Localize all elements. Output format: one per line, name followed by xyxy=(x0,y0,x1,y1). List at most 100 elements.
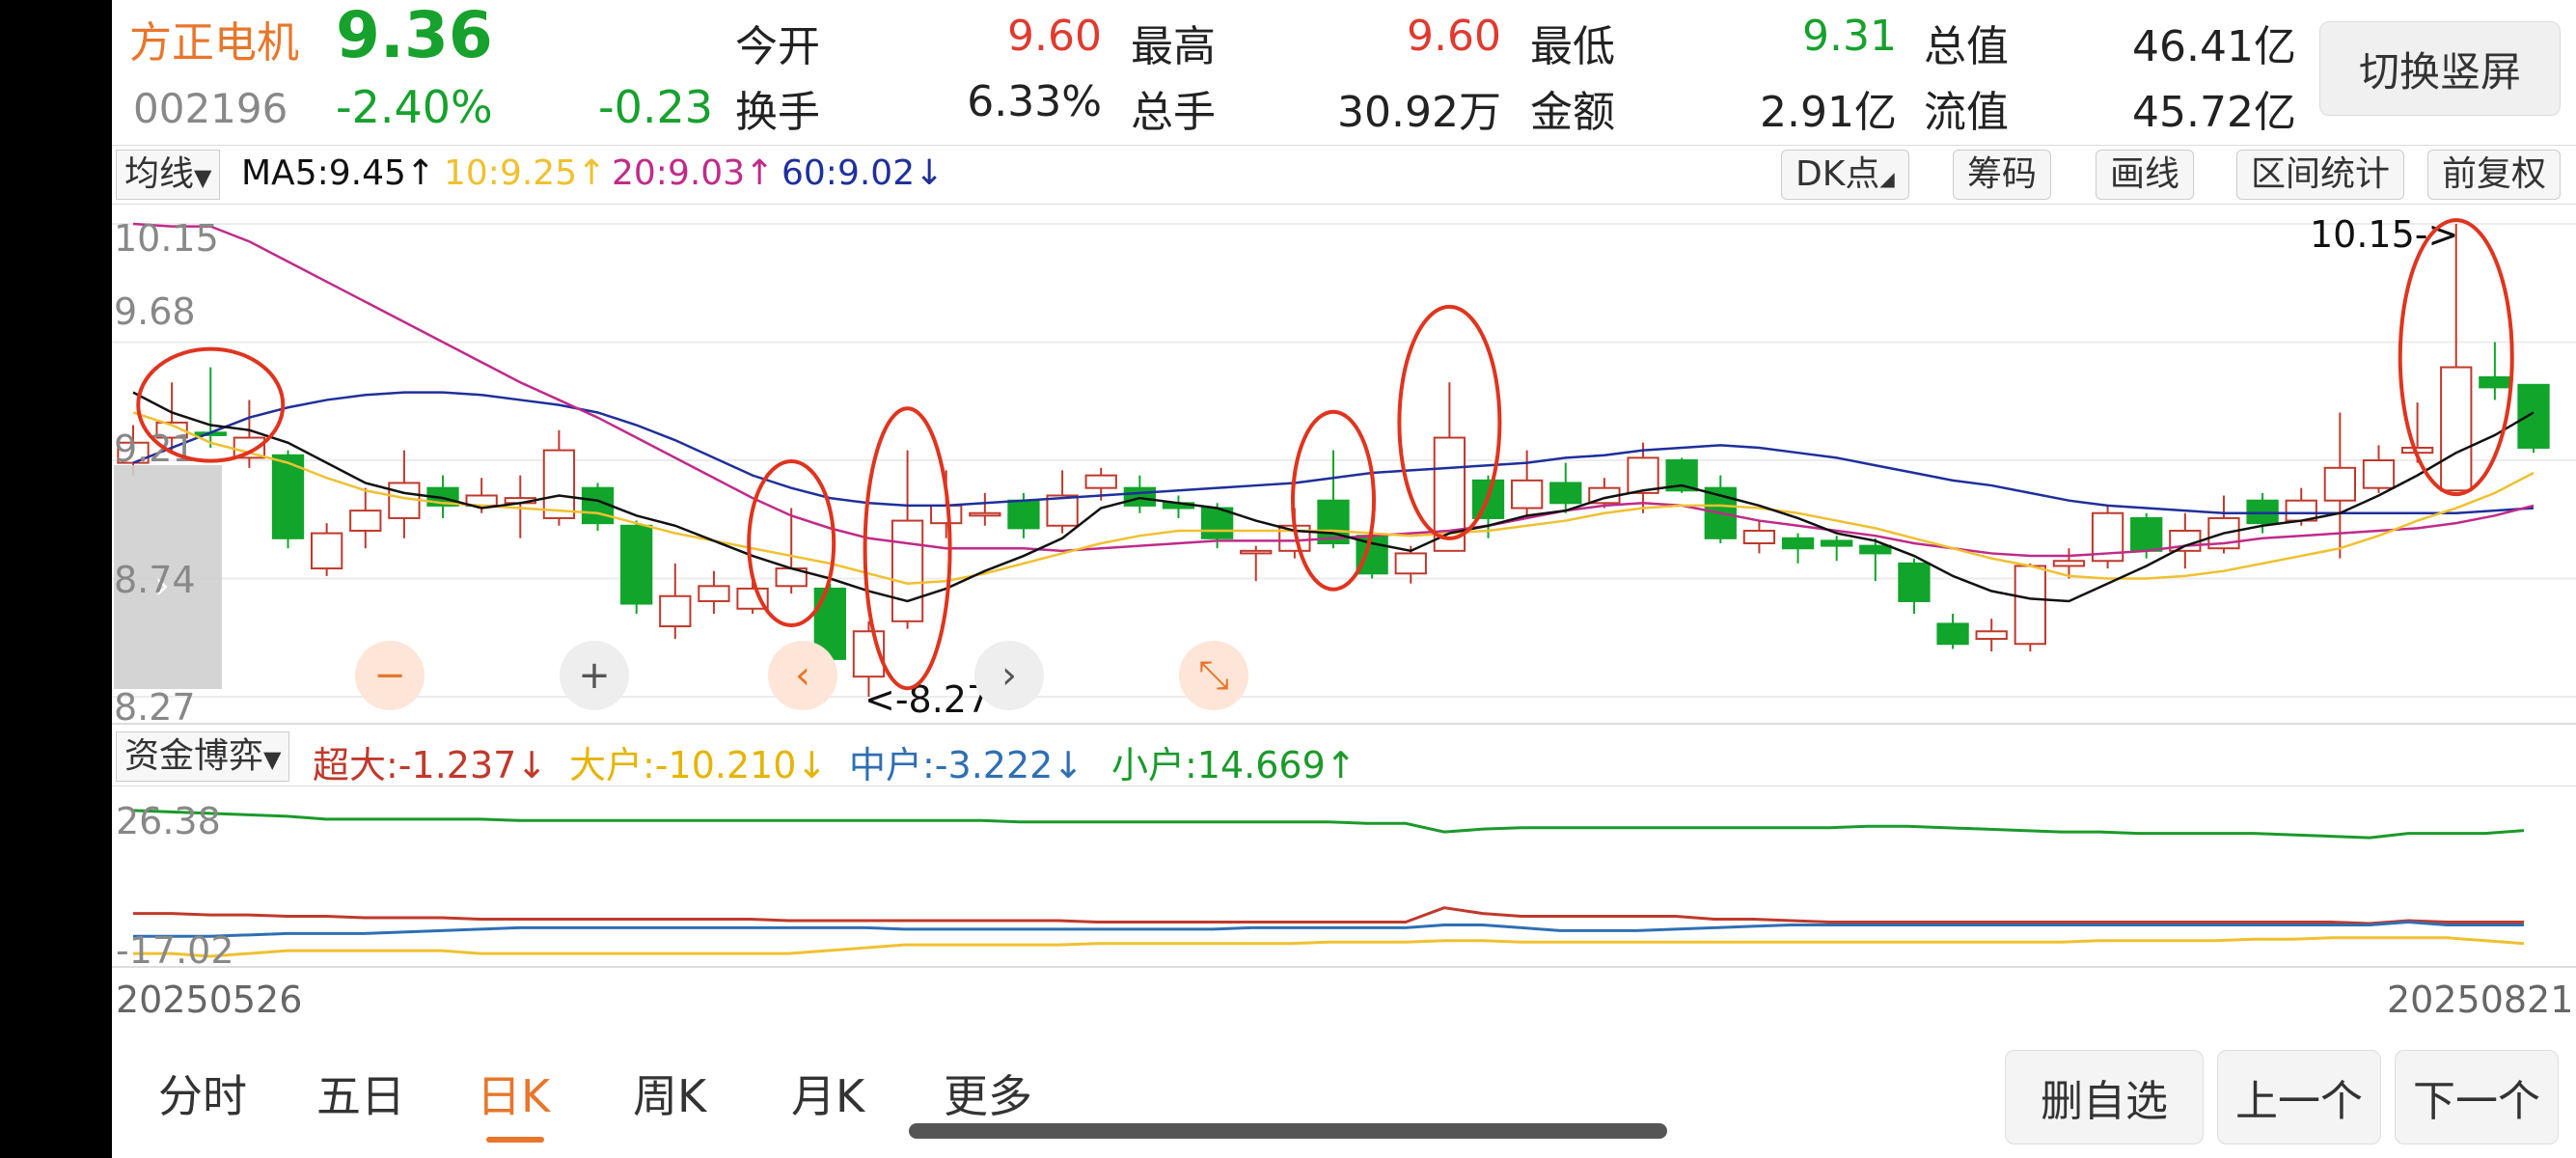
quote-label-low: 最低 xyxy=(1530,22,1615,71)
candle xyxy=(581,482,615,531)
reset-zoom-button[interactable]: ⤡ xyxy=(1179,641,1248,710)
stock-chart-screen: 方正电机 9.36 002196 -2.40% -0.23 今开 9.60 最高… xyxy=(112,0,2576,1158)
candle-body xyxy=(1510,479,1544,510)
forward-adjust-button[interactable]: 前复权 xyxy=(2427,150,2562,200)
plus-icon: + xyxy=(578,653,611,698)
quote-label-volume: 总手 xyxy=(1131,88,1216,137)
flow-y-tick-bottom: -17.02 xyxy=(116,929,234,969)
candle xyxy=(1742,520,1776,554)
candle xyxy=(1898,558,1931,614)
candle xyxy=(349,487,382,549)
y-tick-label: 8.74 xyxy=(114,559,196,601)
flow-large: 大户:-10.210↓ xyxy=(569,744,828,786)
ma10-value: 10:9.25↑ xyxy=(444,153,607,193)
scroll-left-button[interactable]: ‹ xyxy=(768,641,837,710)
indicator-select[interactable]: 均线▼ xyxy=(116,150,221,200)
scroll-right-button[interactable]: › xyxy=(974,641,1044,710)
stock-name: 方正电机 xyxy=(129,18,299,68)
candle-body xyxy=(2323,466,2357,502)
ma-toolbar: 均线▼ MA5:9.45↑ 10:9.25↑ 20:9.03↑ 60:9.02↓… xyxy=(112,145,2576,205)
ma5-value: MA5:9.45↑ xyxy=(241,153,436,193)
candle xyxy=(775,508,808,594)
candle-body xyxy=(2479,375,2511,389)
candle xyxy=(1936,613,1969,649)
corner-triangle-icon: ◢ xyxy=(1879,167,1895,190)
quote-value-high: 9.60 xyxy=(1407,12,1501,61)
flow-super-large: 超大:-1.237↓ xyxy=(313,744,548,786)
horizontal-scrollbar[interactable] xyxy=(909,1123,1667,1139)
quote-label-open: 今开 xyxy=(735,22,820,71)
quote-label-amount: 金额 xyxy=(1530,88,1615,137)
y-tick-label: 8.27 xyxy=(114,686,196,728)
tab-daily-k[interactable]: 日K xyxy=(477,1062,550,1125)
capital-flow-toolbar: 资金博弈▼ 超大:-1.237↓ 大户:-10.210↓ 中户:-3.222↓ … xyxy=(112,731,2576,786)
candle-body xyxy=(1394,552,1427,575)
tab-weekly-k[interactable]: 周K xyxy=(633,1062,706,1125)
candle xyxy=(1781,533,1815,564)
kline-chart[interactable]: › 10.15 9.68 9.21 8.74 8.27 10.15-> <-8.… xyxy=(112,207,2576,728)
candle xyxy=(310,523,343,576)
dk-point-button[interactable]: DK点◢ xyxy=(1781,150,1909,200)
y-tick-label: 10.15 xyxy=(114,217,219,260)
candle xyxy=(2362,445,2396,493)
candle xyxy=(620,520,653,614)
candle-body xyxy=(310,532,343,570)
tab-monthly-k[interactable]: 月K xyxy=(791,1062,864,1125)
quote-value-open: 9.60 xyxy=(1007,12,1102,61)
candle xyxy=(698,570,730,614)
candle xyxy=(1704,475,1737,544)
candle-body xyxy=(1936,622,1969,646)
candle xyxy=(1975,619,2008,652)
candle-body xyxy=(620,524,653,605)
flow-indicator-select[interactable]: 资金博弈▼ xyxy=(116,731,290,782)
candle-body xyxy=(542,449,576,519)
quote-label-high: 最高 xyxy=(1131,22,1216,71)
candle xyxy=(659,563,692,640)
candle-body xyxy=(349,510,382,532)
dk-point-label: DK点 xyxy=(1795,154,1880,194)
candle-body xyxy=(891,519,924,622)
zoom-in-button[interactable]: + xyxy=(560,641,629,710)
remove-watchlist-button[interactable]: 删自选 xyxy=(2005,1050,2204,1144)
candle-body xyxy=(1781,537,1815,550)
tab-intraday[interactable]: 分时 xyxy=(158,1062,247,1125)
chevron-right-icon: › xyxy=(1001,653,1017,698)
switch-portrait-button[interactable]: 切换竖屏 xyxy=(2319,21,2561,116)
candle-body xyxy=(969,511,1001,517)
next-stock-button[interactable]: 下一个 xyxy=(2395,1050,2559,1144)
draw-line-button[interactable]: 画线 xyxy=(2096,150,2195,200)
candle-body xyxy=(2014,565,2046,646)
active-tab-indicator xyxy=(486,1137,544,1143)
candle-body xyxy=(698,585,730,602)
quote-label-float-cap: 流值 xyxy=(1924,88,2009,137)
candle xyxy=(271,450,305,549)
candle-body xyxy=(1549,482,1582,505)
quote-label-turnover: 换手 xyxy=(735,88,820,137)
start-date: 20250526 xyxy=(116,979,303,1021)
candle xyxy=(2323,412,2357,559)
candle xyxy=(1588,478,1621,509)
previous-stock-button[interactable]: 上一个 xyxy=(2217,1050,2381,1144)
candle-body xyxy=(1627,456,1659,494)
candle xyxy=(1046,470,1079,534)
candle-body xyxy=(1859,544,1892,555)
tab-more[interactable]: 更多 xyxy=(944,1062,1032,1125)
chips-button[interactable]: 筹码 xyxy=(1953,150,2052,200)
flow-series-line xyxy=(133,920,2524,938)
chevron-left-icon: ‹ xyxy=(795,653,810,698)
candle xyxy=(2091,505,2124,569)
range-stats-button[interactable]: 区间统计 xyxy=(2236,150,2405,200)
tab-five-day[interactable]: 五日 xyxy=(316,1062,405,1125)
candle-body xyxy=(1898,562,1931,602)
candle-body xyxy=(1084,474,1117,489)
flow-medium: 中户:-3.222↓ xyxy=(849,744,1084,786)
candle-body xyxy=(1240,549,1273,555)
quote-value-volume: 30.92万 xyxy=(1337,88,1501,137)
flow-indicator-label: 资金博弈 xyxy=(124,736,264,776)
candle xyxy=(2440,224,2473,492)
stock-change-amount: -0.23 xyxy=(598,81,714,133)
candle xyxy=(1549,462,1582,513)
zoom-out-button[interactable]: − xyxy=(355,641,425,710)
y-tick-label: 9.21 xyxy=(114,427,196,470)
capital-flow-chart[interactable]: 26.38 -17.02 xyxy=(112,786,2576,969)
